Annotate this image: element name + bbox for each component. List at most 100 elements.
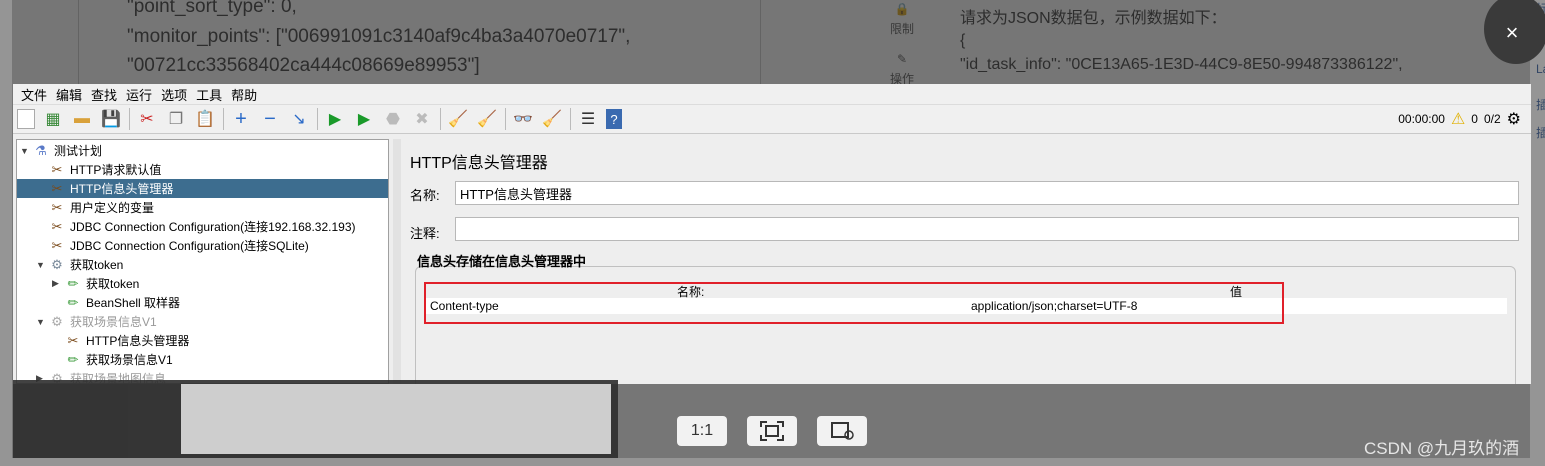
menu-edit[interactable]: 编辑 xyxy=(56,85,82,104)
comment-field[interactable] xyxy=(455,217,1519,241)
fit-screen-icon[interactable] xyxy=(747,416,797,446)
config-icon: ✂ xyxy=(51,199,63,215)
collapse-toggle-icon[interactable]: ▼ xyxy=(36,317,48,327)
tree-node[interactable]: ✂ HTTP信息头管理器 xyxy=(17,331,190,350)
toolbar-separator xyxy=(570,108,571,130)
menu-bar: 文件 编辑 查找 运行 选项 工具 帮助 xyxy=(13,84,1531,104)
save-image-icon[interactable] xyxy=(817,416,867,446)
tree-node[interactable]: ▼ ⚙ 获取场景信息V1 xyxy=(17,312,157,331)
sampler-icon: ✏ xyxy=(67,275,79,291)
warning-icon[interactable]: ⚠ xyxy=(1451,109,1465,129)
tree-node-label: 用户定义的变量 xyxy=(70,201,155,215)
header-name-cell[interactable]: Content-type xyxy=(430,299,499,313)
headers-group-title: 信息头存储在信息头管理器中 xyxy=(417,254,587,269)
watermark: CSDN @九月玖的酒 xyxy=(1364,439,1520,458)
table-header: 名称: 值 xyxy=(425,281,1507,299)
toolbar-separator xyxy=(223,108,224,130)
actual-size-button[interactable]: 1:1 xyxy=(677,416,727,446)
status-area: 00:00:00 ⚠ 0 0/2 ⚙ xyxy=(1398,109,1521,129)
start-no-pause-icon[interactable]: ▶ xyxy=(353,108,375,130)
save-icon[interactable]: 💾 xyxy=(100,108,122,130)
copy-icon[interactable]: ❐ xyxy=(165,108,187,130)
tree-node[interactable]: ✂ HTTP请求默认值 xyxy=(17,160,162,179)
tree-node-label: JDBC Connection Configuration(连接SQLite) xyxy=(70,239,309,253)
config-icon: ✂ xyxy=(51,237,63,253)
tree-node[interactable]: ▼ ⚙ 获取token xyxy=(17,255,123,274)
toolbar-separator xyxy=(440,108,441,130)
reset-search-icon[interactable]: 🧹 xyxy=(541,108,563,130)
menu-tools[interactable]: 工具 xyxy=(196,85,222,104)
menu-help[interactable]: 帮助 xyxy=(231,85,257,104)
function-helper-icon[interactable]: ☰ xyxy=(577,108,599,130)
tree-node[interactable]: ✏ BeanShell 取样器 xyxy=(17,293,181,312)
thumbnail-image xyxy=(181,384,611,454)
thumbnail-preview[interactable] xyxy=(13,380,618,458)
tree-node[interactable]: ✂ 用户定义的变量 xyxy=(17,198,154,217)
test-plan-icon: ⚗ xyxy=(35,142,47,158)
toolbar: ▦ ▬ 💾 ✂ ❐ 📋 + − ↘ ▶ ▶ ⬣ ✖ 🧹 🧹 👓 🧹 ☰ ? 00… xyxy=(13,104,1531,134)
toolbar-separator xyxy=(317,108,318,130)
help-icon[interactable]: ? xyxy=(606,109,622,129)
tree-node-label: 获取场景信息V1 xyxy=(86,353,173,367)
expand-icon[interactable]: + xyxy=(230,108,252,130)
menu-file[interactable]: 文件 xyxy=(21,85,47,104)
tree-node-label: HTTP请求默认值 xyxy=(70,163,162,177)
cut-icon[interactable]: ✂ xyxy=(136,108,158,130)
toggle-icon[interactable]: ↘ xyxy=(288,108,310,130)
menu-search[interactable]: 查找 xyxy=(91,85,117,104)
close-icon[interactable]: × xyxy=(1484,0,1545,64)
config-icon: ✂ xyxy=(51,218,63,234)
name-label: 名称: xyxy=(410,188,440,203)
tree-node[interactable]: ✏ 获取场景信息V1 xyxy=(17,350,173,369)
menu-options[interactable]: 选项 xyxy=(161,85,187,104)
thread-group-icon: ⚙ xyxy=(51,256,63,272)
tree-node[interactable]: ▼ ⚗ 测试计划 xyxy=(17,141,102,160)
menu-run[interactable]: 运行 xyxy=(126,85,152,104)
tree-node-label: HTTP信息头管理器 xyxy=(70,182,174,196)
header-value-cell[interactable]: application/json;charset=UTF-8 xyxy=(971,299,1137,313)
split-pane-divider[interactable] xyxy=(393,139,401,384)
table-row[interactable]: Content-type application/json;charset=UT… xyxy=(425,298,1507,314)
jmeter-window: 文件 编辑 查找 运行 选项 工具 帮助 ▦ ▬ 💾 ✂ ❐ 📋 + − ↘ ▶… xyxy=(13,84,1531,384)
remote-status-icon[interactable]: ⚙ xyxy=(1507,109,1521,129)
tree-node[interactable]: ✂ JDBC Connection Configuration(连接SQLite) xyxy=(17,236,309,255)
name-field[interactable]: HTTP信息头管理器 xyxy=(455,181,1519,205)
search-icon[interactable]: 👓 xyxy=(512,108,534,130)
tree-node-label: 获取token xyxy=(70,258,124,272)
open-icon[interactable]: ▬ xyxy=(71,108,93,130)
toolbar-separator xyxy=(129,108,130,130)
tree-node-label: 获取场景信息V1 xyxy=(70,315,157,329)
tree-node[interactable]: ✂ JDBC Connection Configuration(连接192.168… xyxy=(17,217,356,236)
collapse-icon[interactable]: − xyxy=(259,108,281,130)
sampler-icon: ✏ xyxy=(67,351,79,367)
config-icon: ✂ xyxy=(51,161,63,177)
warning-count: 0 xyxy=(1471,112,1478,126)
test-plan-tree: ▼ ⚗ 测试计划 ✂ HTTP请求默认值 ✂ HTTP信息头管理器 ✂ 用户定义的变量 ✂ JDBC… xyxy=(16,139,389,384)
collapse-toggle-icon[interactable]: ▼ xyxy=(36,260,48,270)
tree-node-label: BeanShell 取样器 xyxy=(86,296,181,310)
config-icon: ✂ xyxy=(67,332,79,348)
tree-node-label: HTTP信息头管理器 xyxy=(86,334,190,348)
start-icon[interactable]: ▶ xyxy=(324,108,346,130)
new-icon[interactable] xyxy=(17,109,35,129)
panel-title: HTTP信息头管理器 xyxy=(410,155,548,172)
sampler-icon: ✏ xyxy=(67,294,79,310)
templates-icon[interactable]: ▦ xyxy=(42,108,64,130)
tree-node-label: 测试计划 xyxy=(54,144,103,158)
headers-table: 名称: 值 Content-type application/json;char… xyxy=(425,281,1507,314)
tree-node[interactable]: ▶ ✏ 获取token xyxy=(17,274,139,293)
paste-icon[interactable]: 📋 xyxy=(194,108,216,130)
expand-toggle-icon[interactable]: ▶ xyxy=(52,278,64,289)
comment-label: 注释: xyxy=(410,226,440,241)
collapse-toggle-icon[interactable]: ▼ xyxy=(20,146,32,156)
elapsed-timer: 00:00:00 xyxy=(1398,112,1445,126)
config-icon: ✂ xyxy=(51,180,63,196)
thread-group-icon: ⚙ xyxy=(51,313,63,329)
header-manager-panel: HTTP信息头管理器 名称: HTTP信息头管理器 注释: 信息头存储在信息头管… xyxy=(401,139,1531,384)
clear-all-icon[interactable]: 🧹 xyxy=(476,108,498,130)
stop-icon[interactable]: ⬣ xyxy=(382,108,404,130)
tree-node[interactable]: ✂ HTTP信息头管理器 xyxy=(17,179,388,198)
shutdown-icon[interactable]: ✖ xyxy=(411,108,433,130)
tree-node-label: JDBC Connection Configuration(连接192.168.… xyxy=(70,220,356,234)
clear-icon[interactable]: 🧹 xyxy=(447,108,469,130)
